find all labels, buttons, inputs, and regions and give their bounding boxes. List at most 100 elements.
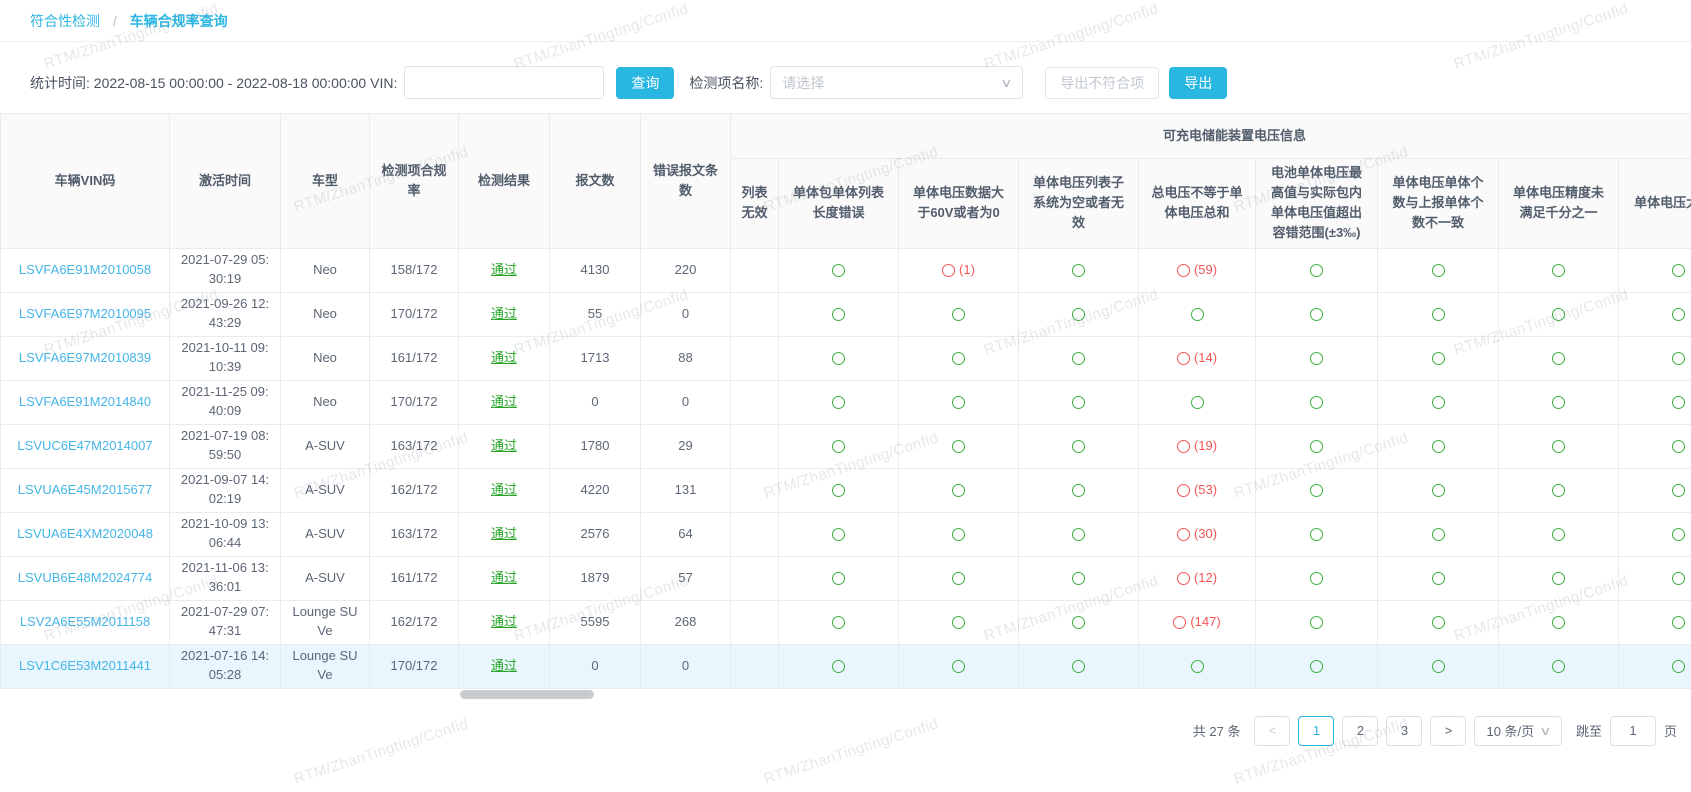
jump-page-input[interactable] <box>1610 716 1656 746</box>
result-pass-link[interactable]: 通过 <box>491 262 517 277</box>
cell-compliance-ratio: 170/172 <box>370 644 459 688</box>
cell-model: Neo <box>281 380 370 424</box>
cell-message-count: 0 <box>550 644 641 688</box>
cell-check-5 <box>1256 556 1378 600</box>
result-pass-link[interactable]: 通过 <box>491 438 517 453</box>
result-pass-link[interactable]: 通过 <box>491 482 517 497</box>
status-ok-circle-icon <box>1432 352 1445 365</box>
cell-message-count: 5595 <box>550 600 641 644</box>
check-item-select[interactable]: 请选择 ∨ <box>770 66 1023 99</box>
vin-link[interactable]: LSVFA6E91M2014840 <box>19 394 151 409</box>
vin-link[interactable]: LSVUB6E48M2024774 <box>18 570 152 585</box>
cell-check-2 <box>899 556 1019 600</box>
cell-vin: LSVFA6E97M2010095 <box>1 292 170 336</box>
page-size-select[interactable]: 10 条/页 ∨ <box>1474 716 1561 746</box>
vin-link[interactable]: LSVFA6E97M2010095 <box>19 306 151 321</box>
result-pass-link[interactable]: 通过 <box>491 306 517 321</box>
status-ok-circle-icon <box>1072 352 1085 365</box>
fail-count-label: (59) <box>1194 262 1217 277</box>
header-group-col-2: 单体电压数据大于60V或者为0 <box>899 159 1019 249</box>
vin-link[interactable]: LSVUA6E4XM2020048 <box>17 526 153 541</box>
cell-check-result: 通过 <box>459 336 550 380</box>
status-ok-circle-icon <box>952 352 965 365</box>
status-ok-circle-icon <box>1552 528 1565 541</box>
status-ok-circle-icon <box>1072 440 1085 453</box>
cell-error-message-count: 29 <box>641 424 731 468</box>
horizontal-scrollbar-thumb[interactable] <box>460 690 594 699</box>
cell-error-message-count: 57 <box>641 556 731 600</box>
vin-link[interactable]: LSV1C6E53M2011441 <box>19 658 151 673</box>
export-noncompliant-button[interactable]: 导出不符合项 <box>1045 67 1159 99</box>
page-button-3[interactable]: 3 <box>1386 716 1422 746</box>
cell-check-6 <box>1378 336 1499 380</box>
status-ok-circle-icon <box>1552 264 1565 277</box>
result-pass-link[interactable]: 通过 <box>491 394 517 409</box>
breadcrumb: 符合性检测 / 车辆合规率查询 <box>0 0 1691 42</box>
result-pass-link[interactable]: 通过 <box>491 570 517 585</box>
cell-check-1 <box>779 512 899 556</box>
cell-error-message-count: 0 <box>641 292 731 336</box>
status-ok-circle-icon <box>1552 308 1565 321</box>
check-item-placeholder: 请选择 <box>782 73 824 93</box>
vin-link[interactable]: LSV2A6E55M2011158 <box>20 614 150 629</box>
result-pass-link[interactable]: 通过 <box>491 614 517 629</box>
table-row: LSVFA6E91M20100582021-07-29 05:30:19Neo1… <box>1 248 1691 292</box>
vin-link[interactable]: LSVUC6E47M2014007 <box>17 438 152 453</box>
cell-check-1 <box>779 424 899 468</box>
cell-check-2: (1) <box>899 248 1019 292</box>
status-ok-circle-icon <box>1432 264 1445 277</box>
cell-message-count: 4130 <box>550 248 641 292</box>
result-pass-link[interactable]: 通过 <box>491 526 517 541</box>
header-fixed-col-3: 检测项合规率 <box>370 114 459 249</box>
status-ok-circle-icon <box>832 616 845 629</box>
cell-activated-time: 2021-07-19 08:59:50 <box>170 424 281 468</box>
next-page-button[interactable]: > <box>1430 716 1466 746</box>
cell-check-3 <box>1019 512 1139 556</box>
cell-check-2 <box>899 424 1019 468</box>
cell-message-count: 0 <box>550 380 641 424</box>
breadcrumb-item-vehicle-compliance-query[interactable]: 车辆合规率查询 <box>130 13 228 29</box>
cell-vin: LSV2A6E55M2011158 <box>1 600 170 644</box>
cell-check-6 <box>1378 556 1499 600</box>
header-group-col-0: 列表无效 <box>731 159 779 249</box>
vin-link[interactable]: LSVUA6E45M2015677 <box>18 482 152 497</box>
breadcrumb-separator: / <box>113 13 117 29</box>
cell-check-1 <box>779 336 899 380</box>
cell-check-4 <box>1139 380 1256 424</box>
cell-compliance-ratio: 161/172 <box>370 556 459 600</box>
status-ok-circle-icon <box>952 616 965 629</box>
status-fail-circle-icon <box>1173 616 1186 629</box>
cell-compliance-ratio: 163/172 <box>370 424 459 468</box>
cell-model: A-SUV <box>281 556 370 600</box>
horizontal-scrollbar <box>0 690 1691 700</box>
breadcrumb-item-compliance-check[interactable]: 符合性检测 <box>30 13 100 29</box>
cell-check-8 <box>1619 556 1691 600</box>
check-item-label: 检测项名称: <box>689 73 763 93</box>
status-ok-circle-icon <box>1432 440 1445 453</box>
status-ok-circle-icon <box>1310 352 1323 365</box>
cell-check-0 <box>731 248 779 292</box>
page-button-1[interactable]: 1 <box>1298 716 1334 746</box>
status-ok-circle-icon <box>1672 484 1685 497</box>
status-ok-circle-icon <box>952 572 965 585</box>
cell-check-8 <box>1619 644 1691 688</box>
status-fail-circle-icon <box>1177 572 1190 585</box>
cell-model: Lounge SUVe <box>281 644 370 688</box>
cell-check-4: (14) <box>1139 336 1256 380</box>
cell-check-1 <box>779 600 899 644</box>
result-pass-link[interactable]: 通过 <box>491 350 517 365</box>
prev-page-button[interactable]: < <box>1254 716 1290 746</box>
status-ok-circle-icon <box>1310 616 1323 629</box>
page-suffix-label: 页 <box>1664 721 1677 740</box>
vin-link[interactable]: LSVFA6E91M2010058 <box>19 262 151 277</box>
vin-input[interactable] <box>404 66 604 99</box>
total-count-label: 共 27 条 <box>1193 721 1241 740</box>
status-ok-circle-icon <box>1072 396 1085 409</box>
page-button-2[interactable]: 2 <box>1342 716 1378 746</box>
vin-link[interactable]: LSVFA6E97M2010839 <box>19 350 151 365</box>
cell-check-1 <box>779 292 899 336</box>
result-pass-link[interactable]: 通过 <box>491 658 517 673</box>
export-button[interactable]: 导出 <box>1169 67 1227 99</box>
query-button[interactable]: 查询 <box>616 67 674 99</box>
status-ok-circle-icon <box>832 396 845 409</box>
